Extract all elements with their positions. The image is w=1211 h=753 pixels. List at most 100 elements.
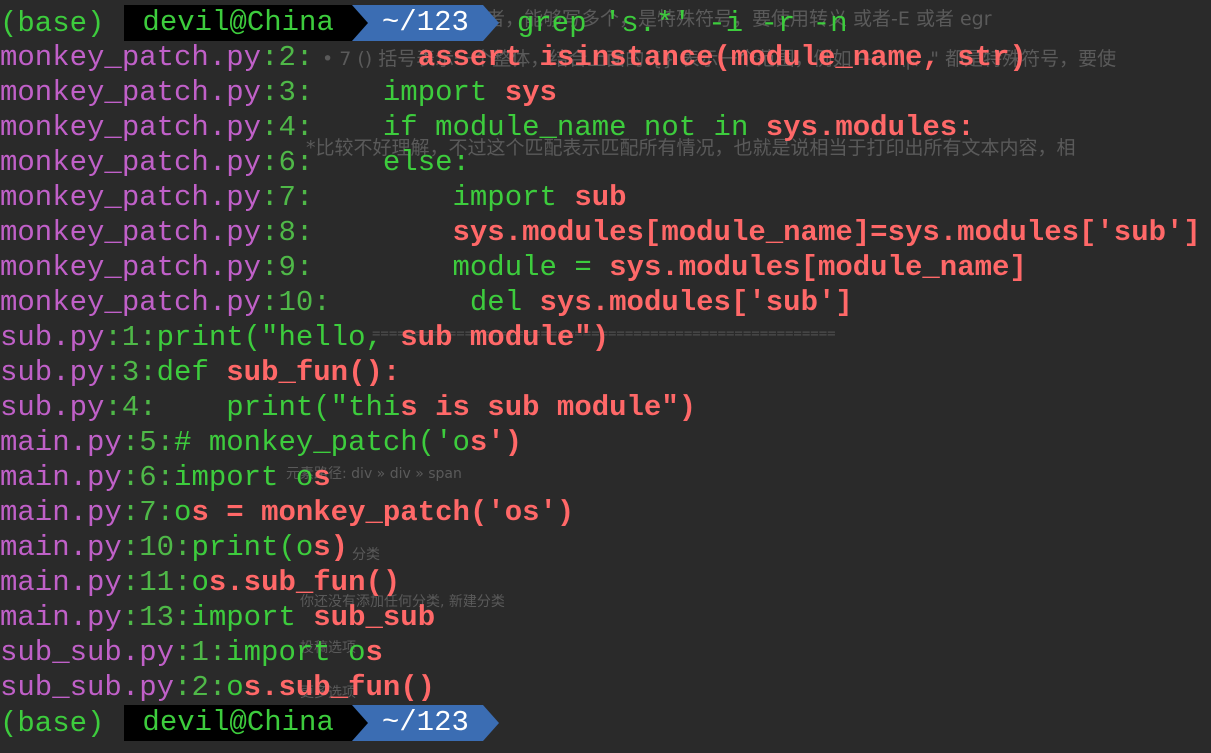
- result-separator: :: [261, 111, 279, 144]
- grep-result-line: monkey_patch.py:2: assert isinstance(mod…: [0, 40, 1027, 75]
- result-line-number: 2: [191, 671, 209, 704]
- result-line-number: 2: [278, 41, 296, 74]
- result-line-number: 7: [278, 181, 296, 214]
- result-match-highlight: sub_fun():: [226, 356, 401, 389]
- result-filename: monkey_patch.py: [0, 111, 262, 144]
- result-line-number: 5: [139, 426, 157, 459]
- powerline-separator: [482, 705, 499, 741]
- result-separator: :: [295, 181, 314, 214]
- result-line-number: 4: [278, 111, 296, 144]
- result-separator: :: [313, 286, 331, 319]
- result-separator: :: [139, 356, 157, 389]
- result-separator: :: [104, 321, 122, 354]
- conda-env: (base): [0, 6, 105, 40]
- result-line-number: 9: [278, 251, 296, 284]
- grep-result-line: monkey_patch.py:10: del sys.modules['sub…: [0, 285, 853, 320]
- powerline-separator: [482, 5, 499, 41]
- grep-result-line: monkey_patch.py:3: import sys: [0, 75, 557, 110]
- result-filename: monkey_patch.py: [0, 286, 262, 319]
- result-separator: :: [156, 461, 175, 494]
- result-separator: :: [156, 496, 175, 529]
- result-separator: :: [121, 426, 140, 459]
- result-separator: :: [104, 356, 122, 389]
- result-code: import o: [226, 636, 366, 669]
- result-separator: :: [208, 671, 227, 704]
- result-separator: :: [121, 531, 140, 564]
- result-indent: [313, 216, 452, 249]
- result-line-number: 3: [121, 356, 140, 389]
- result-match-highlight: sys: [504, 76, 557, 109]
- result-match-highlight: s is sub module"): [400, 391, 697, 424]
- result-separator: :: [295, 251, 314, 284]
- result-separator: :: [208, 636, 227, 669]
- grep-result-line: sub.py:4: print("this is sub module"): [0, 390, 696, 425]
- shell-command: grep 's.*' -i -r -n: [516, 6, 848, 40]
- result-indent: [313, 76, 383, 109]
- result-filename: main.py: [0, 426, 122, 459]
- result-separator: :: [121, 461, 140, 494]
- result-filename: monkey_patch.py: [0, 181, 262, 214]
- result-line-number: 10: [278, 286, 314, 319]
- result-code: # monkey_patch('o: [174, 426, 470, 459]
- powerline-separator: [351, 705, 368, 741]
- prompt-directory: ~/123: [367, 705, 483, 741]
- result-match-highlight: sub: [574, 181, 627, 214]
- result-code: import: [382, 76, 505, 109]
- prompt-user-host: devil@China: [124, 5, 352, 41]
- result-line-number: 11: [139, 566, 175, 599]
- result-separator: :: [156, 426, 175, 459]
- result-match-highlight: sub_sub: [313, 601, 436, 634]
- result-code: import: [452, 181, 575, 214]
- result-code: module =: [452, 251, 610, 284]
- result-code: def: [156, 356, 227, 389]
- result-line-number: 7: [139, 496, 157, 529]
- result-indent: [313, 251, 452, 284]
- result-separator: :: [295, 146, 314, 179]
- result-separator: :: [121, 566, 140, 599]
- result-match-highlight: sys.modules['sub']: [539, 286, 853, 319]
- result-filename: main.py: [0, 461, 122, 494]
- result-match-highlight: s.sub_fun(): [208, 566, 401, 599]
- result-separator: :: [104, 391, 122, 424]
- result-line-number: 8: [278, 216, 296, 249]
- result-indent: [313, 181, 452, 214]
- result-match-highlight: s.sub_fun(): [243, 671, 436, 704]
- result-separator: :: [295, 41, 314, 74]
- result-filename: main.py: [0, 531, 122, 564]
- result-match-highlight: sys.modules[module_name]=sys.modules['su…: [452, 216, 1201, 249]
- result-code: else:: [382, 146, 470, 179]
- grep-result-line: main.py:11:os.sub_fun(): [0, 565, 400, 600]
- terminal-window[interactable]: 式里面表示或者，能够写多个，是特殊符号，要使用转义 或者-E 或者 egr • …: [0, 0, 1211, 753]
- conda-env: (base): [0, 706, 105, 740]
- grep-result-line: monkey_patch.py:8: sys.modules[module_na…: [0, 215, 1201, 250]
- grep-result-line: monkey_patch.py:9: module = sys.modules[…: [0, 250, 1027, 285]
- grep-result-line: sub_sub.py:2:os.sub_fun(): [0, 670, 435, 705]
- result-code: print(o: [191, 531, 314, 564]
- result-indent: [313, 41, 417, 74]
- grep-result-line: main.py:7:os = monkey_patch('os'): [0, 495, 574, 530]
- result-line-number: 6: [139, 461, 157, 494]
- grep-result-line: sub_sub.py:1:import os: [0, 635, 383, 670]
- result-match-highlight: sys.modules[module_name]: [609, 251, 1027, 284]
- result-filename: sub_sub.py: [0, 671, 175, 704]
- grep-result-line: main.py:10:print(os): [0, 530, 348, 565]
- grep-result-line: main.py:6:import os: [0, 460, 331, 495]
- grep-result-line: monkey_patch.py:4: if module_name not in…: [0, 110, 975, 145]
- result-separator: :: [139, 391, 157, 424]
- result-separator: :: [261, 181, 279, 214]
- result-separator: :: [295, 111, 314, 144]
- result-indent: [331, 286, 470, 319]
- result-line-number: 1: [191, 636, 209, 669]
- result-separator: :: [121, 601, 140, 634]
- result-code: o: [191, 566, 209, 599]
- prompt-user-host: devil@China: [124, 705, 352, 741]
- result-filename: monkey_patch.py: [0, 41, 262, 74]
- shell-prompt[interactable]: (base) devil@China ~/123: [0, 705, 499, 741]
- grep-result-line: sub.py:3:def sub_fun():: [0, 355, 400, 390]
- result-separator: :: [174, 601, 192, 634]
- result-match-highlight: sub module"): [400, 321, 610, 354]
- result-filename: monkey_patch.py: [0, 146, 262, 179]
- result-separator: :: [261, 76, 279, 109]
- result-filename: sub_sub.py: [0, 636, 175, 669]
- result-filename: main.py: [0, 496, 122, 529]
